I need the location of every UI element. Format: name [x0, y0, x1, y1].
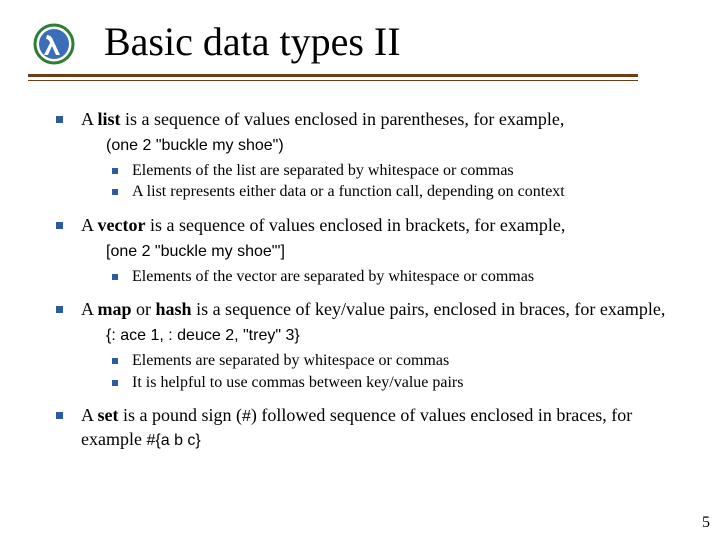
text: A	[81, 215, 98, 235]
text: or	[132, 299, 156, 319]
slide: Basic data types II A list is a sequence…	[0, 0, 720, 540]
title-rule-thick	[28, 74, 638, 77]
bullet-icon	[112, 168, 118, 174]
bullet-text: A vector is a sequence of values enclose…	[81, 214, 686, 265]
bullet-icon	[112, 189, 118, 195]
slide-body: A list is a sequence of values enclosed …	[56, 108, 686, 453]
sub-bullet-text: It is helpful to use commas between key/…	[132, 373, 686, 394]
code-inline: #{a b c}	[146, 432, 200, 449]
bullet-icon	[56, 412, 63, 419]
bullet-icon	[112, 380, 118, 386]
bullet-icon	[112, 358, 118, 364]
bullet-map: A map or hash is a sequence of key/value…	[56, 298, 686, 349]
bullet-vector: A vector is a sequence of values enclose…	[56, 214, 686, 265]
text: is a sequence of key/value pairs, enclos…	[192, 299, 666, 319]
code-inline: (one 2 "buckle my shoe")	[106, 137, 284, 154]
sub-bullet-text: Elements of the vector are separated by …	[132, 267, 686, 288]
sub-bullet: It is helpful to use commas between key/…	[112, 373, 686, 394]
bullet-icon	[56, 306, 63, 313]
bullet-icon	[112, 274, 118, 280]
text-bold: list	[98, 109, 121, 129]
text: is a sequence of values enclosed in brac…	[145, 215, 565, 235]
sub-bullet-text: Elements of the list are separated by wh…	[132, 161, 686, 182]
text: A	[81, 109, 98, 129]
text-bold: map	[98, 299, 132, 319]
sub-bullet-text: Elements are separated by whitespace or …	[132, 351, 686, 372]
bullet-text: A list is a sequence of values enclosed …	[81, 108, 686, 159]
text: is a pound sign (	[119, 405, 243, 425]
text-bold: hash	[156, 299, 192, 319]
text: is a sequence of values enclosed in pare…	[121, 109, 565, 129]
code-inline: {: ace 1, : deuce 2, "trey" 3}	[106, 327, 300, 344]
slide-title: Basic data types II	[104, 18, 401, 65]
bullet-icon	[56, 116, 63, 123]
bullet-text: A set is a pound sign (#) followed seque…	[81, 404, 686, 451]
sub-bullet: Elements of the list are separated by wh…	[112, 161, 686, 182]
text-bold: vector	[98, 215, 146, 235]
bullet-text: A map or hash is a sequence of key/value…	[81, 298, 686, 349]
bullet-list: A list is a sequence of values enclosed …	[56, 108, 686, 159]
code-inline: #	[242, 408, 251, 425]
text-bold: set	[98, 405, 119, 425]
title-rule-thin	[28, 80, 638, 81]
sub-bullet: Elements are separated by whitespace or …	[112, 351, 686, 372]
page-number: 5	[702, 514, 710, 532]
bullet-set: A set is a pound sign (#) followed seque…	[56, 404, 686, 451]
code-inline: [one 2 "buckle my shoe"']	[106, 243, 285, 260]
bullet-icon	[56, 222, 63, 229]
sub-bullet-text: A list represents either data or a funct…	[132, 182, 686, 203]
text: A	[81, 299, 98, 319]
lambda-logo-icon	[32, 22, 76, 66]
sub-bullet: Elements of the vector are separated by …	[112, 267, 686, 288]
sub-bullet: A list represents either data or a funct…	[112, 182, 686, 203]
text: A	[81, 405, 98, 425]
